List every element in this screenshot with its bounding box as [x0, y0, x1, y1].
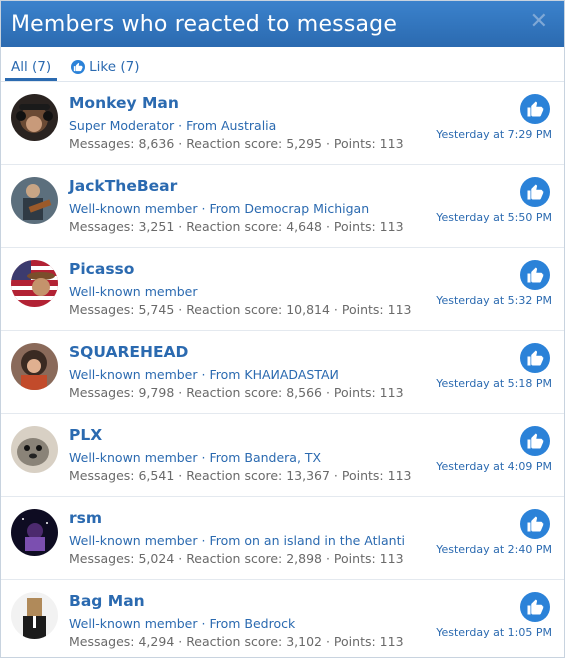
list-item: rsm Well-known member · From on an islan…	[1, 497, 564, 580]
separator: ·	[197, 616, 210, 631]
member-location: From on an island in the Atlanti	[209, 533, 405, 548]
member-location: From Bedrock	[209, 616, 296, 631]
member-list: Monkey Man Super Moderator · From Austra…	[1, 82, 564, 657]
member-name[interactable]: rsm	[69, 509, 102, 527]
dialog-title: Members who reacted to message	[11, 11, 398, 37]
list-item: Bag Man Well-known member · From Bedrock…	[1, 580, 564, 657]
member-role: Well-known member	[69, 284, 198, 299]
member-role: Super Moderator	[69, 118, 175, 133]
member-stats: Messages: 5,024 · Reaction score: 2,898 …	[69, 551, 404, 566]
member-name[interactable]: Picasso	[69, 260, 134, 278]
member-subtitle: Well-known member · From KHAИADASTAИ	[69, 367, 339, 382]
avatar[interactable]	[11, 94, 58, 141]
like-icon	[520, 260, 550, 290]
member-subtitle: Super Moderator · From Australia	[69, 118, 276, 133]
member-name[interactable]: SQUAREHEAD	[69, 343, 188, 361]
member-location: From Democrap Michigan	[209, 201, 370, 216]
like-icon	[520, 509, 550, 539]
member-stats: Messages: 5,745 · Reaction score: 10,814…	[69, 302, 412, 317]
reaction-time[interactable]: Yesterday at 5:18 PM	[436, 377, 552, 390]
reaction-time[interactable]: Yesterday at 1:05 PM	[436, 626, 552, 639]
like-icon	[520, 592, 550, 622]
member-stats: Messages: 3,251 · Reaction score: 4,648 …	[69, 219, 404, 234]
reactions-dialog: Members who reacted to message ✕ All (7)…	[0, 0, 565, 658]
like-icon	[520, 94, 550, 124]
tab-like-label: Like (7)	[89, 59, 140, 75]
avatar[interactable]	[11, 343, 58, 390]
member-name[interactable]: Bag Man	[69, 592, 145, 610]
member-role: Well-known member	[69, 533, 198, 548]
separator: ·	[174, 118, 187, 133]
member-role: Well-known member	[69, 450, 198, 465]
like-icon	[520, 343, 550, 373]
like-icon	[520, 426, 550, 456]
list-item: JackTheBear Well-known member · From Dem…	[1, 165, 564, 248]
tab-all-label: All (7)	[11, 59, 52, 75]
member-stats: Messages: 8,636 · Reaction score: 5,295 …	[69, 136, 404, 151]
member-name[interactable]: JackTheBear	[69, 177, 177, 195]
avatar[interactable]	[11, 509, 58, 556]
separator: ·	[197, 450, 210, 465]
member-subtitle: Well-known member · From Democrap Michig…	[69, 201, 369, 216]
separator: ·	[197, 201, 210, 216]
member-role: Well-known member	[69, 201, 198, 216]
reaction-time[interactable]: Yesterday at 7:29 PM	[436, 128, 552, 141]
avatar[interactable]	[11, 177, 58, 224]
member-subtitle: Well-known member	[69, 284, 198, 299]
member-name[interactable]: PLX	[69, 426, 102, 444]
member-role: Well-known member	[69, 616, 198, 631]
list-item: SQUAREHEAD Well-known member · From KHAИ…	[1, 331, 564, 414]
reaction-time[interactable]: Yesterday at 2:40 PM	[436, 543, 552, 556]
separator: ·	[197, 367, 210, 382]
member-subtitle: Well-known member · From Bedrock	[69, 616, 295, 631]
member-subtitle: Well-known member · From Bandera, TX	[69, 450, 321, 465]
member-location: From Australia	[186, 118, 277, 133]
member-name[interactable]: Monkey Man	[69, 94, 179, 112]
reaction-time[interactable]: Yesterday at 4:09 PM	[436, 460, 552, 473]
separator: ·	[197, 533, 210, 548]
avatar[interactable]	[11, 260, 58, 307]
member-subtitle: Well-known member · From on an island in…	[69, 533, 405, 548]
avatar[interactable]	[11, 426, 58, 473]
member-role: Well-known member	[69, 367, 198, 382]
member-stats: Messages: 6,541 · Reaction score: 13,367…	[69, 468, 412, 483]
list-item: Monkey Man Super Moderator · From Austra…	[1, 82, 564, 165]
close-icon[interactable]: ✕	[530, 11, 548, 33]
tab-like[interactable]: Like (7)	[65, 59, 145, 81]
avatar[interactable]	[11, 592, 58, 639]
dialog-header: Members who reacted to message ✕	[1, 1, 564, 47]
like-icon	[71, 60, 86, 74]
like-icon	[520, 177, 550, 207]
member-stats: Messages: 4,294 · Reaction score: 3,102 …	[69, 634, 404, 649]
reaction-time[interactable]: Yesterday at 5:50 PM	[436, 211, 552, 224]
member-location: From Bandera, TX	[209, 450, 322, 465]
list-item: Picasso Well-known member Messages: 5,74…	[1, 248, 564, 331]
member-location: From KHAИADASTAИ	[209, 367, 339, 382]
member-stats: Messages: 9,798 · Reaction score: 8,566 …	[69, 385, 404, 400]
list-item: PLX Well-known member · From Bandera, TX…	[1, 414, 564, 497]
tab-all[interactable]: All (7)	[5, 59, 58, 81]
reaction-time[interactable]: Yesterday at 5:32 PM	[436, 294, 552, 307]
tab-bar: All (7) Like (7)	[1, 47, 564, 82]
